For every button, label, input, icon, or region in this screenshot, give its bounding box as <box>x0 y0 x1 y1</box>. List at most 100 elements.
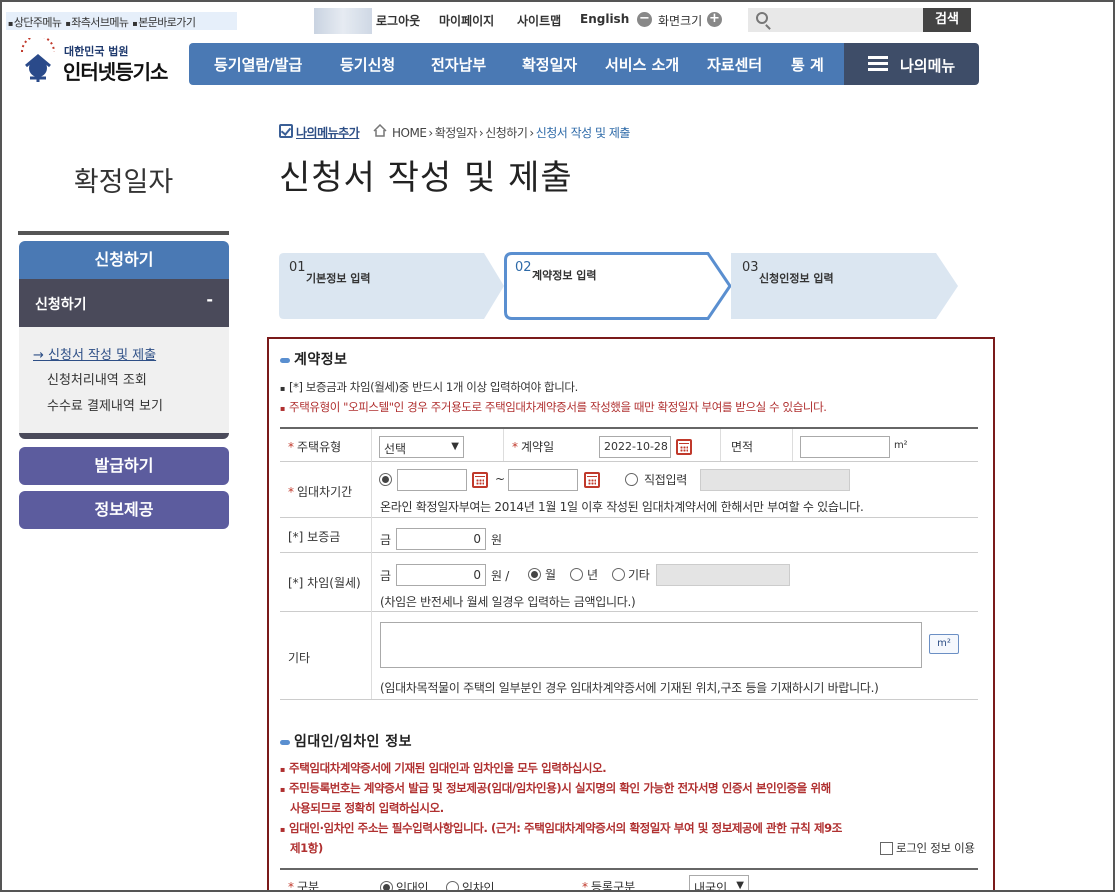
nav-fixed-date[interactable]: 확정일자 <box>522 54 577 75</box>
step-3-shape <box>731 253 958 319</box>
zoom-out-icon[interactable]: − <box>637 12 652 27</box>
calendar-icon[interactable] <box>584 472 600 488</box>
add-my-menu-link[interactable]: 나의메뉴추가 <box>296 124 360 141</box>
my-menu-button[interactable]: 나의메뉴 <box>844 43 979 85</box>
rent-label: [*] 차임(월세) <box>288 576 361 590</box>
lease-end-input[interactable] <box>508 469 578 491</box>
deposit-input[interactable]: 0 <box>396 528 486 550</box>
home-icon <box>373 124 387 137</box>
housing-type-select[interactable]: 선택 ▼ <box>379 436 464 458</box>
lessee-radio[interactable] <box>446 881 459 890</box>
collapse-icon[interactable]: - <box>206 290 213 309</box>
area-input[interactable] <box>800 436 890 458</box>
contract-note-1: [*] 보증금과 차임(월세)중 반드시 1개 이상 입력하여야 합니다. <box>280 379 578 395</box>
calendar-icon[interactable] <box>472 472 488 488</box>
search-button[interactable]: 검색 <box>923 8 971 32</box>
breadcrumb-apply[interactable]: 신청하기 <box>485 126 528 140</box>
rent-unit: 원 / <box>491 569 509 583</box>
court-emblem-icon[interactable] <box>16 38 60 84</box>
etc-label: 기타 <box>288 651 311 665</box>
reg-type-select[interactable]: 내국인 ▼ <box>689 875 749 890</box>
step-1-label: 기본정보 입력 <box>306 272 371 285</box>
direct-input-field[interactable] <box>700 469 850 491</box>
table-top-border <box>280 427 978 429</box>
logout-link[interactable]: 로그아웃 <box>376 12 420 29</box>
parties-table-top-border <box>280 868 978 870</box>
chevron-down-icon: ▼ <box>451 441 459 452</box>
lnb-divider <box>18 231 229 235</box>
lnb-link-fee-history[interactable]: 수수료 결제내역 보기 <box>47 395 163 414</box>
mypage-link[interactable]: 마이페이지 <box>439 12 494 29</box>
step-1-shape <box>279 253 504 319</box>
rent-yearly-label: 년 <box>587 568 598 582</box>
etc-textarea[interactable] <box>380 622 922 668</box>
checkbox-icon[interactable] <box>279 124 293 138</box>
breadcrumb-current: 신청서 작성 및 제출 <box>535 126 631 140</box>
calendar-icon[interactable] <box>676 439 692 455</box>
deposit-unit: 원 <box>491 533 502 547</box>
lease-period-label: * 임대차기간 <box>288 485 353 499</box>
nav-registry-apply[interactable]: 등기신청 <box>340 54 395 75</box>
rent-yearly-radio[interactable] <box>570 568 583 581</box>
period-separator: ~ <box>495 472 505 486</box>
step-2-shape <box>504 252 732 320</box>
login-info-checkbox[interactable] <box>880 842 893 855</box>
lnb-apply-header[interactable]: 신청하기 <box>19 241 229 279</box>
rent-etc-label: 기타 <box>628 568 650 582</box>
step-2-number: 02 <box>515 260 532 275</box>
search-icon <box>756 12 768 24</box>
sitemap-link[interactable]: 사이트맵 <box>517 12 561 29</box>
rent-geum: 금 <box>380 569 391 583</box>
rent-input[interactable]: 0 <box>396 564 486 586</box>
nav-registry-view[interactable]: 등기열람/발급 <box>214 54 302 75</box>
zoom-label: 화면크기 <box>658 14 703 28</box>
contract-note-2: 주택유형이 "오피스텔"인 경우 주거용도로 주택임대차계약증서를 작성했을 때… <box>280 399 827 415</box>
housing-type-label: * 주택유형 <box>288 440 342 454</box>
breadcrumb-fixed-date[interactable]: 확정일자 <box>435 126 478 140</box>
m2-button[interactable]: m² <box>929 634 959 654</box>
english-link[interactable]: English <box>580 12 629 26</box>
nav-data-center[interactable]: 자료센터 <box>707 54 762 75</box>
search-input[interactable] <box>748 8 924 32</box>
lease-start-input[interactable] <box>397 469 467 491</box>
zoom-in-icon[interactable]: + <box>707 12 722 27</box>
rent-monthly-label: 월 <box>545 568 556 582</box>
browser-frame: 상단주메뉴좌측서브메뉴본문바로가기 로그아웃 마이페이지 사이트맵 Englis… <box>0 0 1115 892</box>
contract-date-label: * 계약일 <box>512 440 555 454</box>
rent-etc-input[interactable] <box>656 564 790 586</box>
lessee-label: 임차인 <box>462 881 495 892</box>
login-info-label: 로그인 정보 이용 <box>896 841 975 855</box>
skip-link-content[interactable]: 본문바로가기 <box>132 16 196 29</box>
step-3-number: 03 <box>742 260 759 275</box>
hamburger-icon <box>868 56 888 72</box>
lnb-link-status[interactable]: 신청처리내역 조회 <box>47 369 147 388</box>
user-name-blurred <box>314 8 372 34</box>
lease-period-date-radio[interactable] <box>379 473 392 486</box>
main-nav: 등기열람/발급 등기신청 전자납부 확정일자 서비스 소개 자료센터 통 계 <box>189 43 844 85</box>
skip-link-sub-menu[interactable]: 좌측서브메뉴 <box>65 16 129 29</box>
rent-etc-radio[interactable] <box>612 568 625 581</box>
nav-statistics[interactable]: 통 계 <box>791 54 824 75</box>
lnb-sub-apply[interactable]: 신청하기 - <box>19 279 229 327</box>
page-title: 신청서 작성 및 제출 <box>279 158 573 198</box>
lnb-issue-button[interactable]: 발급하기 <box>19 447 229 485</box>
breadcrumb-home[interactable]: HOME <box>392 126 427 140</box>
direct-input-label: 직접입력 <box>644 473 687 487</box>
section-bullet-icon <box>280 357 290 363</box>
skip-link-main-menu[interactable]: 상단주메뉴 <box>8 16 62 29</box>
lnb-sub-apply-label: 신청하기 <box>35 297 87 313</box>
etc-note: (임대차목적물이 주택의 일부분인 경우 임대차계약증서에 기재된 위치,구조 … <box>380 681 879 695</box>
logo-title[interactable]: 인터넷등기소 <box>63 56 168 85</box>
contract-date-input[interactable]: 2022-10-28 <box>599 436 671 458</box>
lessor-radio[interactable] <box>380 881 393 890</box>
nav-service-intro[interactable]: 서비스 소개 <box>605 54 679 75</box>
rent-note: (차임은 반전세나 월세 일경우 입력하는 금액입니다.) <box>380 595 636 609</box>
lease-period-note: 온라인 확정일자부여는 2014년 1월 1일 이후 작성된 임대차계약서에 한… <box>380 500 864 514</box>
parties-note-3-cont: 제1항) <box>290 841 323 855</box>
rent-monthly-radio[interactable] <box>528 568 541 581</box>
lnb-link-write-submit[interactable]: → 신청서 작성 및 제출 <box>33 344 156 363</box>
nav-e-payment[interactable]: 전자납부 <box>431 54 486 75</box>
lnb-info-button[interactable]: 정보제공 <box>19 491 229 529</box>
contract-section-title: 계약정보 <box>280 349 348 369</box>
direct-input-radio[interactable] <box>625 473 638 486</box>
